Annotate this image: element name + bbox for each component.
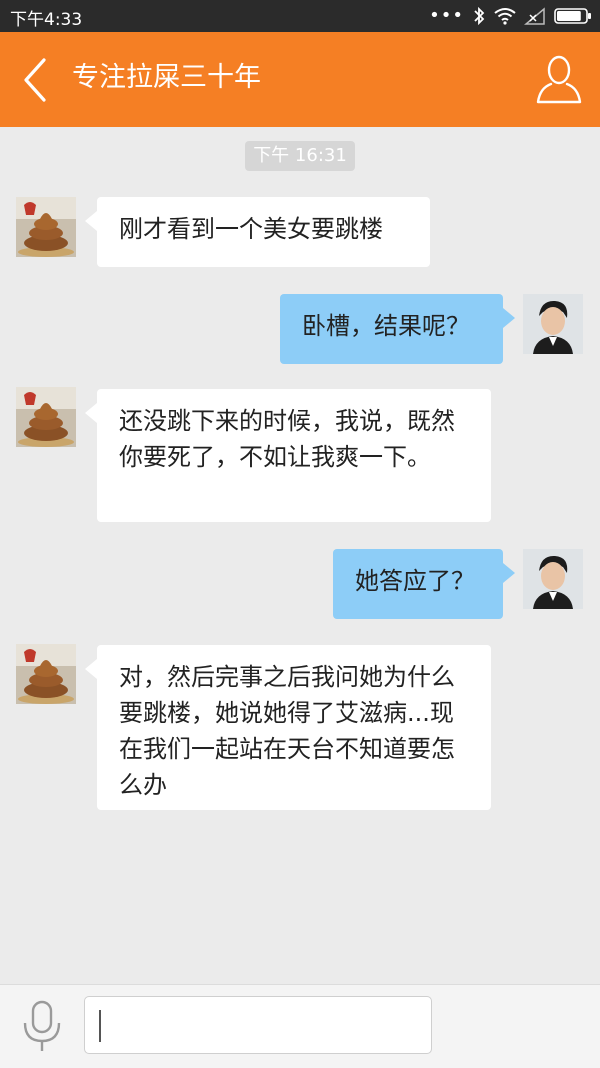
message-text: 卧槽，结果呢？ <box>302 312 470 340</box>
more-dots-icon: ••• <box>429 5 464 26</box>
man-avatar[interactable] <box>523 294 583 354</box>
user-icon <box>536 55 582 104</box>
poop-avatar[interactable] <box>16 197 76 257</box>
message-bubble-incoming[interactable]: 刚才看到一个美女要跳楼 <box>85 197 430 267</box>
signal-icon <box>524 7 545 25</box>
message-bubble-outgoing[interactable]: 卧槽，结果呢？ <box>280 294 515 364</box>
chevron-left-icon <box>24 58 46 102</box>
bluetooth-icon <box>474 6 485 26</box>
chat-title: 专注拉屎三十年 <box>72 62 261 93</box>
wifi-icon <box>494 8 516 25</box>
status-icons: ••• <box>429 0 592 32</box>
message-text: 还没跳下来的时候，我说，既然你要死了，不如让我爽一下。 <box>119 407 455 471</box>
man-avatar-image <box>523 549 583 609</box>
poop-avatar[interactable] <box>16 644 76 704</box>
profile-button[interactable] <box>534 52 584 107</box>
chat-timestamp: 下午 16:31 <box>245 141 355 171</box>
microphone-icon <box>23 1000 61 1051</box>
message-bubble-outgoing[interactable]: 她答应了？ <box>333 549 515 619</box>
poop-avatar-image <box>16 387 76 447</box>
voice-button[interactable] <box>20 999 64 1053</box>
message-bubble-incoming[interactable]: 还没跳下来的时候，我说，既然你要死了，不如让我爽一下。 <box>85 389 491 522</box>
man-avatar-image <box>523 294 583 354</box>
man-avatar[interactable] <box>523 549 583 609</box>
message-text: 她答应了？ <box>355 567 475 595</box>
back-button[interactable] <box>14 50 64 110</box>
message-text: 对，然后完事之后我问她为什么要跳楼，她说她得了艾滋病...现在我们一起站在天台不… <box>119 663 455 799</box>
status-time: 下午4:33 <box>10 10 83 30</box>
message-input[interactable] <box>84 996 432 1054</box>
poop-avatar-image <box>16 644 76 704</box>
message-text: 刚才看到一个美女要跳楼 <box>119 215 383 243</box>
battery-icon <box>554 8 591 24</box>
message-bubble-incoming[interactable]: 对，然后完事之后我问她为什么要跳楼，她说她得了艾滋病...现在我们一起站在天台不… <box>85 645 491 810</box>
input-bar <box>0 984 600 1068</box>
poop-avatar-image <box>16 197 76 257</box>
text-caret <box>99 1010 101 1042</box>
status-bar: 下午4:33 ••• <box>0 0 600 32</box>
poop-avatar[interactable] <box>16 387 76 447</box>
chat-header: 专注拉屎三十年 <box>0 32 600 127</box>
chat-area[interactable]: 下午 16:31 刚才看到一个美女要跳楼 卧槽，结果呢？ 还没跳下来的时候，我说… <box>0 127 600 984</box>
